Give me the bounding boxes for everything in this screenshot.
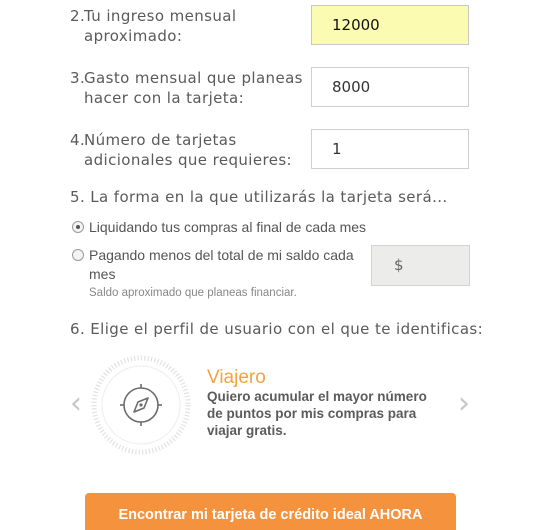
spending-input[interactable]: 8000 <box>311 67 469 107</box>
additional-cards-input[interactable]: 1 <box>311 129 469 169</box>
compass-icon <box>91 355 191 455</box>
profile-description: Quiero acumular el mayor número de punto… <box>207 389 427 438</box>
usage-heading: 5. La forma en la que utilizarás la tarj… <box>70 188 448 206</box>
radio-selected-icon[interactable] <box>72 221 84 233</box>
income-input[interactable]: 12000 <box>311 5 469 45</box>
additional-cards-label: 4.Número de tarjetas adicionales que req… <box>70 131 292 169</box>
financed-amount-hint: Saldo aproximado que planeas financiar. <box>89 287 297 299</box>
carousel-prev-button[interactable]: ‹ <box>70 389 82 419</box>
profile-title: Viajero <box>207 367 266 388</box>
financed-amount-input[interactable]: $ <box>371 245 470 286</box>
find-card-button[interactable]: Encontrar mi tarjeta de crédito ideal AH… <box>85 493 456 530</box>
profile-heading: 6. Elige el perfil de usuario con el que… <box>70 320 484 338</box>
income-label: 2.Tu ingreso mensual aproximado: <box>70 7 237 45</box>
radio-unselected-icon[interactable] <box>72 249 84 261</box>
carousel-next-button[interactable]: › <box>458 389 470 419</box>
spending-label: 3.Gasto mensual que planeas hacer con la… <box>70 69 303 107</box>
